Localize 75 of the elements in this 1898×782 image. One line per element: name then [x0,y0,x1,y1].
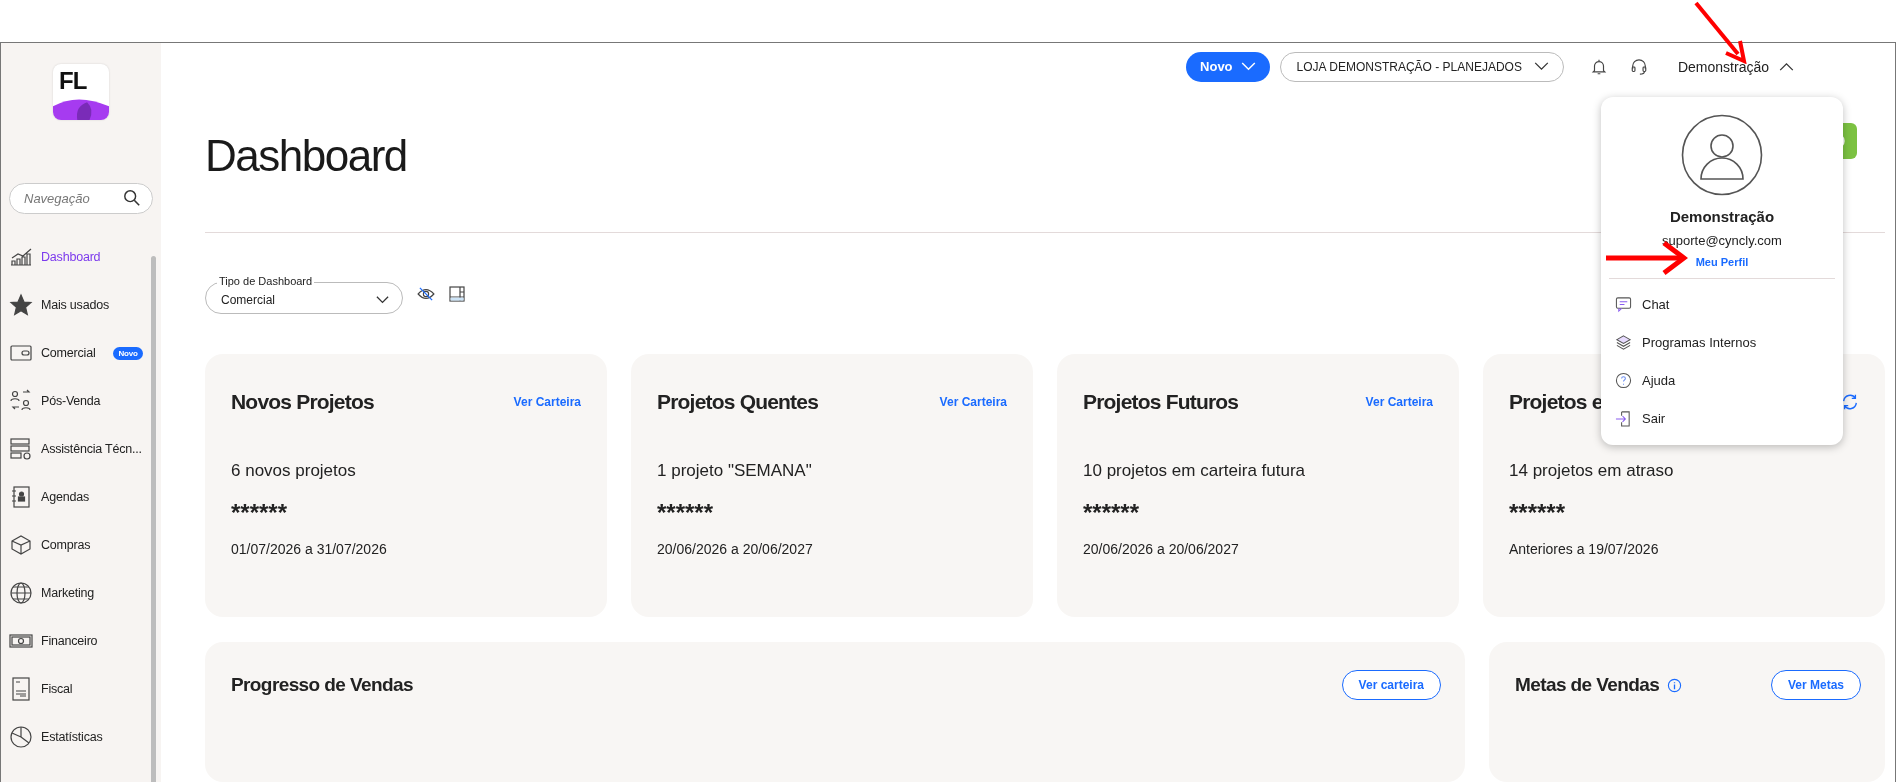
panel-title: Progresso de Vendas [231,673,413,697]
sidebar-item[interactable]: Estatísticas [1,713,161,761]
chevron-up-icon [1779,62,1794,71]
chevron-down-icon [376,296,389,304]
people-icon [9,389,33,413]
sidebar-item[interactable]: Dashboard [1,233,161,281]
card-period: Anteriores a 19/07/2026 [1509,541,1660,557]
masked-value: ****** [1083,499,1141,527]
select-value: Comercial [221,293,275,307]
exit-icon [1615,409,1632,427]
refresh-icon[interactable] [1841,393,1859,411]
sidebar-item[interactable]: Marketing [1,569,161,617]
view-portfolio-link[interactable]: Ver Carteira [1365,395,1433,409]
sidebar-item[interactable]: Pós-Venda [1,377,161,425]
search-icon [123,189,141,207]
menu-item[interactable]: Sair [1601,399,1843,437]
card-title: Novos Projetos [231,390,374,414]
hide-eye-icon[interactable] [417,287,435,301]
chat-icon [1615,295,1632,313]
user-email: suporte@cyncly.com [1662,233,1782,248]
app-logo[interactable]: FL [53,64,109,120]
page-title: Dashboard [205,130,407,182]
masked-value: ****** [1509,499,1567,527]
help-icon [1615,371,1632,389]
sidebar-item[interactable]: Financeiro [1,617,161,665]
field-label: Tipo de Dashboard [217,275,315,288]
panel-button[interactable]: Ver carteira [1341,670,1441,700]
sidebar-item[interactable]: Compras [1,521,161,569]
info-icon[interactable] [1667,678,1683,693]
menu-item[interactable]: Programas Internos [1601,323,1843,361]
chevron-down-icon [1240,62,1256,71]
panel-button[interactable]: Ver Metas [1770,670,1861,700]
chevron-down-icon [1533,62,1549,71]
new-badge: Novo [113,346,143,360]
menu-item[interactable]: Chat [1601,285,1843,323]
globe-icon [9,581,33,605]
view-portfolio-link[interactable]: Ver Carteira [939,395,1007,409]
layout-icon[interactable] [449,286,465,302]
user-avatar-icon [1681,114,1763,196]
card-summary: 6 novos projetos [231,461,357,481]
masked-value: ****** [657,499,715,527]
card-summary: 14 projetos em atraso [1509,461,1675,481]
card-title: Projetos Futuros [1083,390,1239,414]
sidebar-item[interactable]: Fiscal [1,665,161,713]
scrollbar[interactable] [151,256,156,782]
user-menu-button[interactable]: Demonstração [1671,57,1800,76]
sidebar-item[interactable]: Agendas [1,473,161,521]
store-select[interactable]: LOJA DEMONSTRAÇÃO - PLANEJADOS [1279,51,1564,82]
masked-value: ****** [231,499,289,527]
panel-title: Metas de Vendas [1515,673,1660,697]
card-summary: 10 projetos em carteira futura [1083,461,1307,481]
view-portfolio-link[interactable]: Ver Carteira [513,395,581,409]
sidebar-item[interactable]: Comercial Novo [1,329,161,377]
receipt-icon [9,677,33,701]
layers-icon [1615,333,1632,351]
card-period: 20/06/2026 a 20/06/2027 [657,541,814,557]
new-button[interactable]: Novo [1186,51,1270,82]
card-summary: 1 projeto "SEMANA" [657,461,813,481]
box-icon [9,533,33,557]
contacts-icon [9,485,33,509]
sidebar-item[interactable]: Mais usados [1,281,161,329]
user-name: Demonstração [1669,208,1775,225]
card-period: 01/07/2026 a 31/07/2026 [231,541,388,557]
star-icon [9,293,33,317]
navigation-search-field[interactable]: Navegação [9,183,153,214]
headset-icon[interactable] [1629,57,1648,76]
bell-icon[interactable] [1589,57,1608,76]
menu-item[interactable]: Ajuda [1601,361,1843,399]
pie-icon [9,725,33,749]
server-icon [9,437,33,461]
sidebar-item[interactable]: Assistência Técn... [1,425,161,473]
card-title: Projetos Quentes [657,390,819,414]
dashboard-type-select[interactable]: Tipo de Dashboard Comercial [205,274,403,314]
card-period: 20/06/2026 a 20/06/2027 [1083,541,1240,557]
my-profile-link[interactable]: Meu Perfil [1695,256,1749,268]
